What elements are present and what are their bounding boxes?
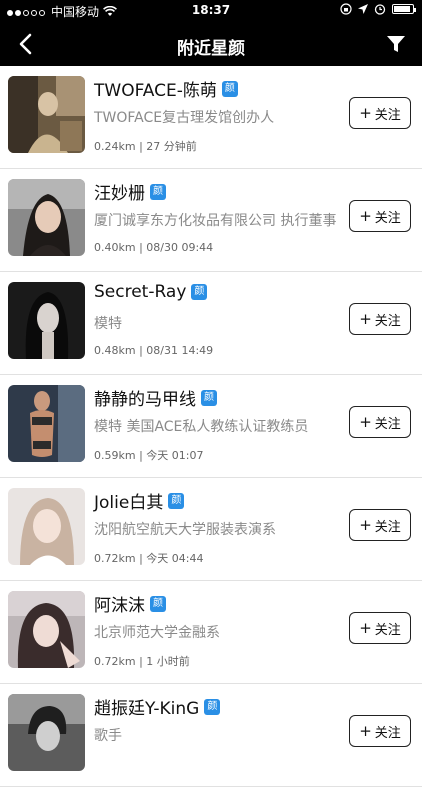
user-description: 北京师范大学金融系 xyxy=(94,625,220,641)
follow-label: 关注 xyxy=(374,725,401,741)
nearby-list: TWOFACE-陈萌颜 TWOFACE复古理发馆创办人 0.24km | 27 … xyxy=(0,66,422,787)
plus-icon: + xyxy=(359,619,372,637)
verified-badge: 颜 xyxy=(204,698,221,715)
distance-time: 0.24km | 27 分钟前 xyxy=(94,140,197,153)
follow-button[interactable]: + 关注 xyxy=(349,509,411,541)
plus-icon: + xyxy=(359,722,372,740)
plus-icon: + xyxy=(359,104,372,122)
user-name: TWOFACE-陈萌 xyxy=(94,81,217,101)
distance-time: 0.48km | 08/31 14:49 xyxy=(94,344,214,357)
status-bar: 中国移动 18:37 xyxy=(0,0,422,22)
follow-label: 关注 xyxy=(374,210,401,226)
user-description: 厦门诚享东方化妆品有限公司 执行董事 xyxy=(94,213,337,229)
user-description: TWOFACE复古理发馆创办人 xyxy=(94,110,275,126)
follow-label: 关注 xyxy=(374,107,401,123)
verified-badge: 颜 xyxy=(221,80,238,97)
follow-label: 关注 xyxy=(374,313,401,329)
list-item[interactable]: 趙振廷Y-KinG 颜 歌手 + 关注 xyxy=(0,684,422,787)
battery-icon xyxy=(392,4,416,14)
distance-time: 0.72km | 今天 04:44 xyxy=(94,552,204,565)
avatar[interactable] xyxy=(8,76,85,153)
avatar[interactable] xyxy=(8,179,85,256)
follow-button[interactable]: + 关注 xyxy=(349,612,411,644)
verified-badge: 颜 xyxy=(150,183,166,200)
avatar[interactable] xyxy=(8,591,85,668)
verified-badge: 颜 xyxy=(201,389,217,406)
rotation-lock-icon xyxy=(340,3,352,15)
list-item[interactable]: 阿沫沫颜 北京师范大学金融系 0.72km | 1 小时前 + 关注 xyxy=(0,581,422,684)
follow-label: 关注 xyxy=(374,416,401,432)
plus-icon: + xyxy=(359,207,372,225)
user-name: 静静的马甲线 xyxy=(94,390,196,410)
avatar[interactable] xyxy=(8,488,85,565)
verified-badge: 颜 xyxy=(191,284,208,300)
list-item[interactable]: 静静的马甲线颜 模特 美国ACE私人教练认证教练员 0.59km | 今天 01… xyxy=(0,375,422,478)
alarm-icon xyxy=(374,4,386,15)
follow-label: 关注 xyxy=(374,622,401,638)
user-description: 沈阳航空航天大学服装表演系 xyxy=(94,522,276,538)
plus-icon: + xyxy=(359,310,372,328)
list-item[interactable]: 汪妙栅颜 厦门诚享东方化妆品有限公司 执行董事 0.40km | 08/30 0… xyxy=(0,169,422,272)
avatar[interactable] xyxy=(8,694,85,771)
user-description: 歌手 xyxy=(94,728,122,744)
distance-time: 0.40km | 08/30 09:44 xyxy=(94,241,214,254)
follow-button[interactable]: + 关注 xyxy=(349,97,411,129)
follow-button[interactable]: + 关注 xyxy=(349,406,411,438)
user-name: 汪妙栅 xyxy=(94,184,145,204)
plus-icon: + xyxy=(359,516,372,534)
plus-icon: + xyxy=(359,413,372,431)
avatar[interactable] xyxy=(8,282,85,359)
distance-time: 0.59km | 今天 01:07 xyxy=(94,449,204,462)
filter-icon[interactable] xyxy=(386,34,406,54)
user-description: 模特 美国ACE私人教练认证教练员 xyxy=(94,419,309,435)
list-item[interactable]: Jolie白其颜 沈阳航空航天大学服装表演系 0.72km | 今天 04:44… xyxy=(0,478,422,581)
user-name: Secret-Ray xyxy=(94,282,187,302)
user-description: 模特 xyxy=(94,316,122,332)
follow-button[interactable]: + 关注 xyxy=(349,200,411,232)
follow-label: 关注 xyxy=(374,519,401,535)
location-icon xyxy=(358,4,368,14)
verified-badge: 颜 xyxy=(150,595,166,612)
follow-button[interactable]: + 关注 xyxy=(349,303,411,335)
user-name: 趙振廷Y-KinG xyxy=(94,699,200,719)
page-title: 附近星颜 xyxy=(177,39,245,59)
follow-button[interactable]: + 关注 xyxy=(349,715,411,747)
user-name: 阿沫沫 xyxy=(94,596,145,616)
list-item[interactable]: TWOFACE-陈萌颜 TWOFACE复古理发馆创办人 0.24km | 27 … xyxy=(0,66,422,169)
user-name: Jolie白其 xyxy=(94,493,164,513)
navigation-bar: 附近星颜 xyxy=(0,22,422,66)
list-item[interactable]: Secret-Ray 颜 模特 0.48km | 08/31 14:49 + 关注 xyxy=(0,272,422,375)
avatar[interactable] xyxy=(8,385,85,462)
distance-time: 0.72km | 1 小时前 xyxy=(94,655,190,668)
verified-badge: 颜 xyxy=(168,492,185,509)
